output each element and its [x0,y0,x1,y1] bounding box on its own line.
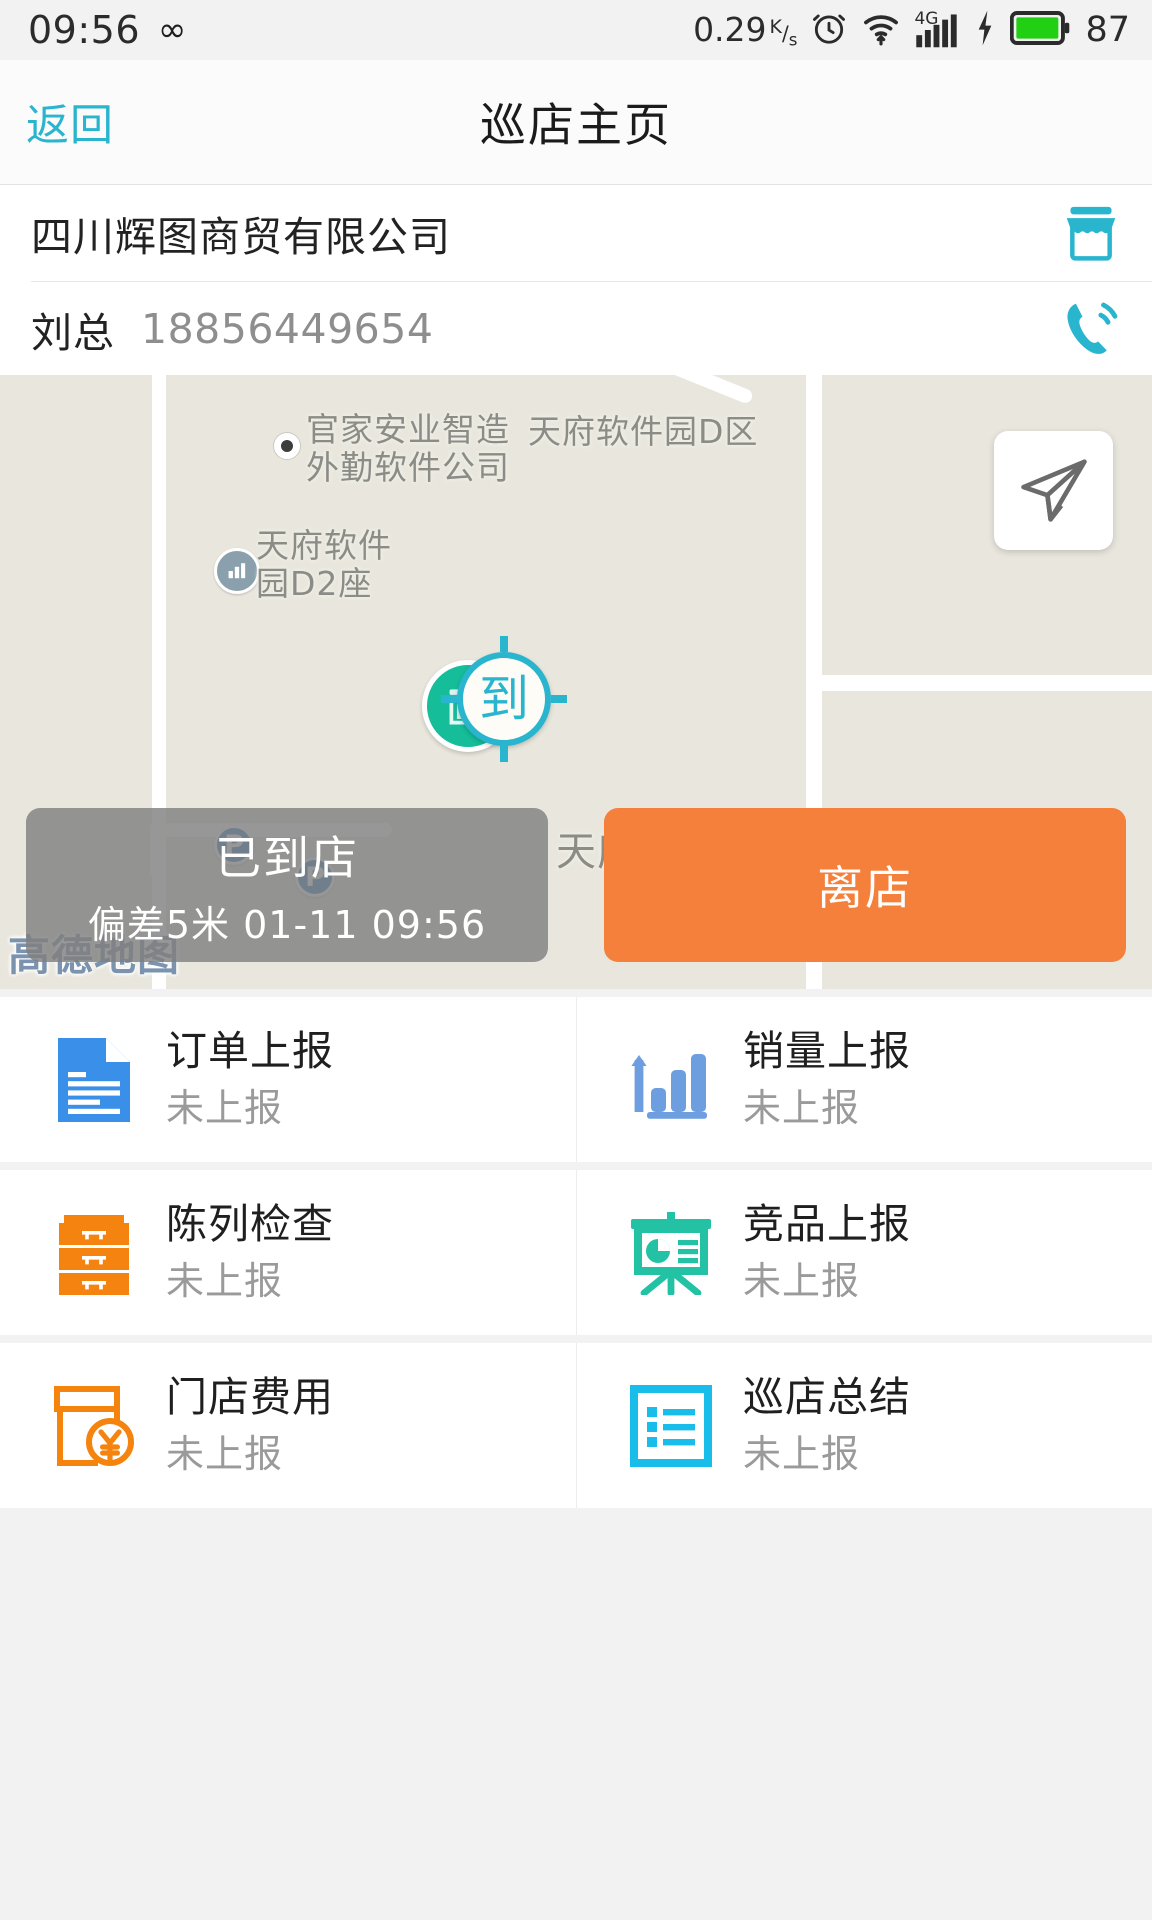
task-title: 竞品上报 [743,1200,911,1249]
road-horizontal-upper-right [812,675,1152,691]
task-status: 未上报 [166,1432,284,1477]
arrived-button-detail: 偏差5米 01-11 09:56 [87,902,487,947]
expense-yuan-icon [48,1380,140,1472]
signal-bars-icon: 4G [914,9,960,49]
map-action-bar: 已到店 偏差5米 01-11 09:56 离店 [0,808,1152,962]
store-info-card: 四川辉图商贸有限公司 刘总 18856449654 [0,185,1152,375]
task-grid: 订单上报 未上报 销量上报 未上报 陈列检查 未上报 竞品上报 未上报 门店费用… [0,997,1152,1508]
contact-name: 刘总 [31,308,115,357]
task-cell-competitor-report[interactable]: 竞品上报 未上报 [576,1170,1152,1335]
network-type-label: 4G [914,9,939,29]
task-text: 巡店总结 未上报 [743,1373,911,1477]
paper-plane-navigate-icon[interactable] [994,431,1113,550]
filing-cabinet-icon [48,1207,140,1299]
infinity-icon: ∞ [158,10,187,50]
task-row-2: 陈列检查 未上报 竞品上报 未上报 [0,1162,1152,1335]
task-status: 未上报 [743,1432,861,1477]
task-text: 销量上报 未上报 [743,1027,911,1131]
presentation-chart-icon [625,1207,717,1299]
battery-level: 87 [1085,10,1130,50]
task-status: 未上报 [166,1086,284,1131]
contact-row[interactable]: 刘总 18856449654 [0,282,1152,375]
nav-bar: 返回 巡店主页 [0,60,1152,185]
building-chart-icon[interactable] [214,548,260,594]
checklist-icon [625,1380,717,1472]
network-speed-value: 0.29 [693,10,767,49]
arrived-marker[interactable]: 到 [441,636,567,762]
map-label-tianfu-d-top: 天府软件园D区 [528,412,759,451]
task-text: 门店费用 未上报 [166,1373,334,1477]
task-title: 陈列检查 [166,1200,334,1249]
arrived-marker-label: 到 [479,670,529,728]
document-lines-icon [48,1034,140,1126]
task-title: 巡店总结 [743,1373,911,1422]
map-label-waiqin: 官家安业智造 外勤软件公司 [306,410,510,487]
status-bar: 09:56 ∞ 0.29 K/s 4G 87 [0,0,1152,60]
grid-top-gap [0,989,1152,997]
task-status: 未上报 [743,1259,861,1304]
task-text: 陈列检查 未上报 [166,1200,334,1304]
map-view[interactable]: 官家安业智造 外勤软件公司 天府软件园D区 天府软件 园D2座 P P 天府软件… [0,375,1152,989]
task-cell-order-report[interactable]: 订单上报 未上报 [0,997,576,1162]
clock-time: 09:56 [28,8,141,52]
alarm-clock-icon [810,9,848,51]
lightning-bolt-icon [973,9,997,51]
contact-phone: 18856449654 [141,304,434,353]
poi-dot-waiqin[interactable] [274,433,300,459]
wifi-icon [861,9,901,51]
arrived-button[interactable]: 已到店 偏差5米 01-11 09:56 [26,808,548,962]
network-speed: 0.29 K/s [693,10,797,50]
task-title: 销量上报 [743,1027,911,1076]
task-title: 订单上报 [166,1027,334,1076]
task-status: 未上报 [166,1259,284,1304]
task-row-3: 门店费用 未上报 巡店总结 未上报 [0,1335,1152,1508]
task-cell-store-expense[interactable]: 门店费用 未上报 [0,1343,576,1508]
battery-icon [1010,9,1070,51]
task-cell-sales-report[interactable]: 销量上报 未上报 [576,997,1152,1162]
map-label-tianfu-d2: 天府软件 园D2座 [256,526,392,603]
back-button[interactable]: 返回 [26,91,114,153]
page-title: 巡店主页 [480,98,672,152]
task-text: 订单上报 未上报 [166,1027,334,1131]
task-text: 竞品上报 未上报 [743,1200,911,1304]
network-speed-unit: K/s [769,16,798,50]
road-top-diagonal [637,375,755,405]
company-name: 四川辉图商贸有限公司 [31,213,451,261]
leave-button-label: 离店 [817,861,913,915]
task-cell-visit-summary[interactable]: 巡店总结 未上报 [576,1343,1152,1508]
task-title: 门店费用 [166,1373,334,1422]
task-cell-display-check[interactable]: 陈列检查 未上报 [0,1170,576,1335]
status-bar-left: 09:56 ∞ [28,8,186,52]
storefront-icon[interactable] [1060,205,1122,261]
task-row-1: 订单上报 未上报 销量上报 未上报 [0,997,1152,1162]
status-bar-right: 0.29 K/s 4G 87 [693,9,1130,51]
bar-chart-arrow-icon [625,1034,717,1126]
task-status: 未上报 [743,1086,861,1131]
company-row[interactable]: 四川辉图商贸有限公司 [0,185,1152,281]
arrived-button-label: 已到店 [215,830,359,885]
leave-button[interactable]: 离店 [604,808,1126,962]
phone-call-icon[interactable] [1058,299,1122,359]
